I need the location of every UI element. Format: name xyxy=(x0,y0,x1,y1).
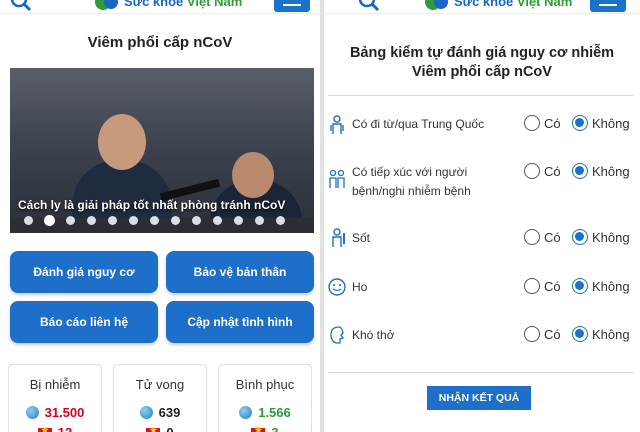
stat-deaths: Tử vong 639 0 xyxy=(113,364,207,432)
carousel-dot[interactable] xyxy=(129,216,138,225)
radio-no[interactable] xyxy=(572,326,588,342)
option-no[interactable]: Không xyxy=(572,326,630,342)
site-logo[interactable]: Sức khỏe Việt Nam xyxy=(94,0,242,11)
radio-yes[interactable] xyxy=(524,115,540,131)
question-text: Có đi từ/qua Trung Quốc xyxy=(352,117,485,131)
site-logo[interactable]: Sức khỏe Việt Nam xyxy=(424,0,572,11)
question-text: Khó thở xyxy=(352,328,395,342)
stat-recovered: Bình phục 1.566 3 xyxy=(218,364,312,432)
carousel-dot[interactable] xyxy=(276,216,285,225)
radio-no[interactable] xyxy=(572,278,588,294)
update-situation-button[interactable]: Cập nhật tình hình xyxy=(166,301,314,343)
option-no[interactable]: Không xyxy=(572,278,630,294)
checklist-title: Bảng kiểm tự đánh giá nguy cơ nhiễm Viêm… xyxy=(349,45,615,80)
globe-icon xyxy=(25,406,39,419)
carousel-dot[interactable] xyxy=(108,216,117,225)
carousel-dot[interactable] xyxy=(255,216,264,225)
question-text: Sốt xyxy=(352,231,371,245)
logo-text-b: Việt Nam xyxy=(516,0,573,9)
logo-text-a: Sức khỏe xyxy=(454,0,514,9)
divider xyxy=(328,372,634,373)
vietnam-flag-icon xyxy=(37,425,52,432)
radio-yes[interactable] xyxy=(524,326,540,342)
question-row: Có tiếp xúc với người bệnh/nghi nhiễm bệ… xyxy=(328,163,636,203)
carousel-dot[interactable] xyxy=(66,216,75,225)
question-text: Ho xyxy=(352,280,368,294)
search-icon[interactable] xyxy=(358,0,380,12)
hero-caption: Cách ly là giải pháp tốt nhất phòng trán… xyxy=(18,198,286,212)
thermometer-icon xyxy=(332,228,345,247)
carousel-dot[interactable] xyxy=(171,216,180,225)
stat-label: Tử vong xyxy=(135,377,185,392)
traveler-icon xyxy=(330,115,344,134)
radio-no[interactable] xyxy=(572,163,588,179)
carousel-dot[interactable] xyxy=(24,216,33,225)
hero-carousel[interactable]: Cách ly là giải pháp tốt nhất phòng trán… xyxy=(10,68,314,233)
stat-infected: Bị nhiễm 31.500 12 xyxy=(8,364,102,432)
radio-yes[interactable] xyxy=(524,229,540,245)
breath-icon xyxy=(330,326,345,344)
vietnam-flag-icon xyxy=(146,425,161,432)
stat-vn-value: 0 xyxy=(166,425,173,432)
carousel-dot[interactable] xyxy=(213,216,222,225)
get-result-button[interactable]: NHẬN KẾT QUẢ xyxy=(427,386,531,410)
hamburger-line xyxy=(599,4,617,6)
menu-button[interactable] xyxy=(274,0,310,12)
carousel-dot[interactable] xyxy=(45,216,54,225)
question-row: Có đi từ/qua Trung Quốc Có Không xyxy=(328,114,636,136)
logo-text-b: Việt Nam xyxy=(186,0,243,9)
question-row: Sốt Có Không xyxy=(328,228,636,250)
stat-vn-value: 12 xyxy=(58,425,72,432)
stat-label: Bị nhiễm xyxy=(29,377,81,392)
contact-icon xyxy=(329,169,345,188)
stat-label: Bình phục xyxy=(235,377,295,392)
option-yes[interactable]: Có xyxy=(524,278,561,294)
carousel-dot[interactable] xyxy=(87,216,96,225)
divider xyxy=(328,95,634,96)
option-yes[interactable]: Có xyxy=(524,229,561,245)
home-screen: Sức khỏe Việt Nam Viêm phổi cấp nCoV Các… xyxy=(0,0,320,432)
option-no[interactable]: Không xyxy=(572,115,630,131)
search-icon[interactable] xyxy=(10,0,32,12)
report-contact-button[interactable]: Báo cáo liên hệ xyxy=(10,301,158,343)
assess-risk-button[interactable]: Đánh giá nguy cơ xyxy=(10,251,158,293)
stat-world-value: 639 xyxy=(158,405,181,420)
hero-photo-head xyxy=(232,152,274,198)
stat-vn-value: 3 xyxy=(271,425,278,432)
carousel-dot[interactable] xyxy=(150,216,159,225)
radio-yes[interactable] xyxy=(524,278,540,294)
option-yes[interactable]: Có xyxy=(524,326,561,342)
hero-photo-head xyxy=(98,114,146,170)
question-text: Có tiếp xúc với người bệnh/nghi nhiễm bệ… xyxy=(352,165,471,198)
stat-world-value: 1.566 xyxy=(258,405,291,420)
header-bar: Sức khỏe Việt Nam xyxy=(0,0,320,14)
option-no[interactable]: Không xyxy=(572,163,630,179)
risk-checklist-screen: Sức khỏe Việt Nam Bảng kiểm tự đánh giá … xyxy=(324,0,640,432)
page-title: Viêm phổi cấp nCoV xyxy=(87,34,233,51)
globe-icon xyxy=(139,406,153,419)
logo-icon xyxy=(95,0,118,10)
cough-icon xyxy=(328,278,346,296)
logo-text-a: Sức khỏe xyxy=(124,0,184,9)
carousel-dot[interactable] xyxy=(234,216,243,225)
radio-yes[interactable] xyxy=(524,163,540,179)
vietnam-flag-icon xyxy=(251,425,266,432)
option-no[interactable]: Không xyxy=(572,229,630,245)
logo-icon xyxy=(425,0,448,10)
question-row: Khó thở Có Không xyxy=(328,325,636,347)
self-protect-button[interactable]: Bảo vệ bản thân xyxy=(166,251,314,293)
hamburger-line xyxy=(283,4,301,6)
carousel-dots xyxy=(24,216,285,225)
option-yes[interactable]: Có xyxy=(524,163,561,179)
stat-world-value: 31.500 xyxy=(44,405,85,420)
globe-icon xyxy=(239,406,253,419)
carousel-dot[interactable] xyxy=(192,216,201,225)
option-yes[interactable]: Có xyxy=(524,115,561,131)
menu-button[interactable] xyxy=(590,0,626,12)
question-row: Ho Có Không xyxy=(328,277,636,299)
radio-no[interactable] xyxy=(572,115,588,131)
header-bar: Sức khỏe Việt Nam xyxy=(324,0,640,14)
radio-no[interactable] xyxy=(572,229,588,245)
app-screens: Sức khỏe Việt Nam Viêm phổi cấp nCoV Các… xyxy=(0,0,640,432)
